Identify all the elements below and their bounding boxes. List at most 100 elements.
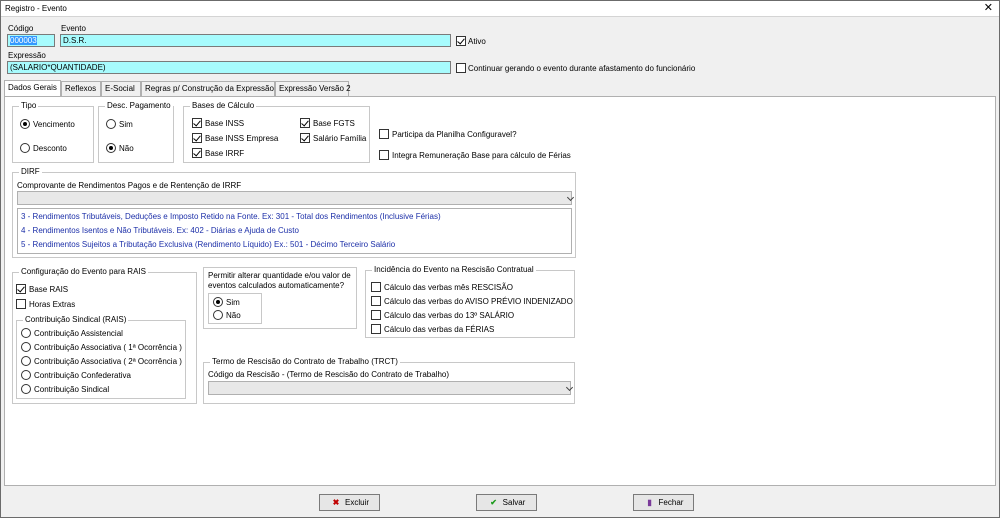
- sindical-confederativa-radio[interactable]: [21, 370, 31, 380]
- desc-pagamento-group: Desc. Pagamento Sim Não: [98, 101, 174, 163]
- continuar-checkbox[interactable]: [456, 63, 466, 73]
- permitir-group: Permitir alterar quantidade e/ou valor d…: [203, 267, 357, 329]
- sindical-title: Contribuição Sindical (RAIS): [23, 315, 129, 324]
- rescisao-13-label: Cálculo das verbas do 13º SALÁRIO: [384, 311, 515, 320]
- trct-title: Termo de Rescisão do Contrato de Trabalh…: [210, 357, 400, 366]
- base-inss-empresa-label: Base INSS Empresa: [205, 134, 279, 143]
- permitir-sim-radio[interactable]: [213, 297, 223, 307]
- window: Registro - Evento ✕ Código 000003 Evento…: [0, 0, 1000, 518]
- excluir-button[interactable]: ✖ Excluir: [319, 494, 380, 511]
- dirf-title: DIRF: [19, 167, 42, 176]
- sindical-associativa-2-radio[interactable]: [21, 356, 31, 366]
- desc-pagamento-title: Desc. Pagamento: [105, 101, 173, 110]
- integra-checkbox[interactable]: [379, 150, 389, 160]
- permitir-nao-radio[interactable]: [213, 310, 223, 320]
- base-rais-label: Base RAIS: [29, 285, 69, 294]
- expressao-field[interactable]: (SALARIO*QUANTIDADE): [7, 61, 451, 74]
- sindical-associativa-2-label: Contribuição Associativa ( 2ª Ocorrência…: [34, 357, 182, 366]
- fechar-button[interactable]: ▮ Fechar: [633, 494, 694, 511]
- base-rais-checkbox[interactable]: [16, 284, 26, 294]
- rescisao-13-checkbox[interactable]: [371, 310, 381, 320]
- salario-familia-checkbox[interactable]: [300, 133, 310, 143]
- rais-title: Configuração do Evento para RAIS: [19, 267, 148, 276]
- base-inss-label: Base INSS: [205, 119, 245, 128]
- dirf-line-4: 4 - Rendimentos Isentos e Não Tributávei…: [21, 226, 299, 235]
- bases-group: Bases de Cálculo Base INSS Base FGTS Bas…: [183, 101, 370, 163]
- desc-sim-label: Sim: [119, 120, 133, 129]
- rescisao-ferias-checkbox[interactable]: [371, 324, 381, 334]
- dirf-combo-label: Comprovante de Rendimentos Pagos e de Re…: [17, 181, 242, 190]
- permitir-options: Sim Não: [208, 293, 262, 324]
- footer: ✖ Excluir ✔ Salvar ▮ Fechar: [1, 486, 999, 517]
- bases-title: Bases de Cálculo: [190, 101, 257, 110]
- rais-group: Configuração do Evento para RAIS Base RA…: [12, 267, 197, 404]
- rescisao-group: Incidência do Evento na Rescisão Contrat…: [365, 265, 575, 338]
- sindical-confederativa-label: Contribuição Confederativa: [34, 371, 131, 380]
- title-bar: Registro - Evento ✕: [1, 1, 999, 17]
- permitir-text-1: Permitir alterar quantidade e/ou valor d…: [208, 271, 351, 280]
- ativo-label: Ativo: [468, 37, 486, 46]
- tipo-desconto-label: Desconto: [33, 144, 67, 153]
- permitir-nao-label: Não: [226, 311, 241, 320]
- tab-e-social[interactable]: E-Social: [101, 81, 141, 96]
- rescisao-mes-checkbox[interactable]: [371, 282, 381, 292]
- sindical-associativa-1-radio[interactable]: [21, 342, 31, 352]
- excluir-label: Excluir: [344, 498, 369, 507]
- tipo-title: Tipo: [19, 101, 39, 110]
- rescisao-aviso-checkbox[interactable]: [371, 296, 381, 306]
- tab-dados-gerais[interactable]: Dados Gerais: [4, 80, 61, 96]
- tab-reflexos[interactable]: Reflexos: [61, 81, 101, 96]
- codigo-value: 000003: [10, 36, 37, 45]
- desc-sim-radio[interactable]: [106, 119, 116, 129]
- continuar-label: Continuar gerando o evento durante afast…: [468, 64, 696, 73]
- salvar-button[interactable]: ✔ Salvar: [476, 494, 537, 511]
- tipo-desconto-radio[interactable]: [20, 143, 30, 153]
- tab-regras[interactable]: Regras p/ Construção da Expressão: [141, 81, 275, 96]
- sindical-assistencial-radio[interactable]: [21, 328, 31, 338]
- rescisao-ferias-label: Cálculo das verbas da FÉRIAS: [384, 325, 495, 334]
- permitir-text-2: eventos calculados automaticamente?: [208, 281, 345, 290]
- base-inss-empresa-checkbox[interactable]: [192, 133, 202, 143]
- horas-extras-checkbox[interactable]: [16, 299, 26, 309]
- planilha-checkbox[interactable]: [379, 129, 389, 139]
- permitir-sim-label: Sim: [226, 298, 240, 307]
- tipo-vencimento-label: Vencimento: [33, 120, 75, 129]
- dirf-combo[interactable]: [17, 191, 572, 205]
- base-fgts-label: Base FGTS: [313, 119, 355, 128]
- sindical-associativa-1-label: Contribuição Associativa ( 1ª Ocorrência…: [34, 343, 182, 352]
- door-icon: ▮: [647, 498, 652, 507]
- rescisao-title: Incidência do Evento na Rescisão Contrat…: [372, 265, 536, 274]
- base-irrf-label: Base IRRF: [205, 149, 245, 158]
- trct-combo[interactable]: [208, 381, 571, 395]
- tipo-group: Tipo Vencimento Desconto: [12, 101, 94, 163]
- fechar-label: Fechar: [658, 498, 684, 507]
- expressao-label: Expressão: [8, 51, 46, 60]
- sindical-sindical-radio[interactable]: [21, 384, 31, 394]
- planilha-label: Participa da Planilha Configuravel?: [392, 130, 517, 139]
- salario-familia-label: Salário Família: [313, 134, 367, 143]
- tab-panel-dados-gerais: Tipo Vencimento Desconto Desc. Pagamento…: [4, 96, 996, 486]
- ativo-checkbox[interactable]: [456, 36, 466, 46]
- delete-icon: ✖: [332, 498, 340, 507]
- evento-label: Evento: [61, 24, 86, 33]
- dirf-group: DIRF Comprovante de Rendimentos Pagos e …: [12, 167, 576, 258]
- tipo-vencimento-radio[interactable]: [20, 119, 30, 129]
- rescisao-aviso-label: Cálculo das verbas do AVISO PRÉVIO INDEN…: [384, 297, 573, 306]
- rescisao-mes-label: Cálculo das verbas mês RESCISÃO: [384, 283, 513, 292]
- base-fgts-checkbox[interactable]: [300, 118, 310, 128]
- close-icon[interactable]: ✕: [984, 2, 993, 14]
- base-inss-checkbox[interactable]: [192, 118, 202, 128]
- sindical-sindical-label: Contribuição Sindical: [34, 385, 110, 394]
- window-title: Registro - Evento: [5, 4, 67, 13]
- codigo-field[interactable]: 000003: [7, 34, 55, 47]
- tab-expressao-v2[interactable]: Expressão Versão 2: [275, 81, 351, 96]
- sindical-group: Contribuição Sindical (RAIS) Contribuiçã…: [16, 315, 186, 399]
- base-irrf-checkbox[interactable]: [192, 148, 202, 158]
- horas-extras-label: Horas Extras: [29, 300, 76, 309]
- check-icon: ✔: [490, 498, 497, 507]
- desc-nao-label: Não: [119, 144, 134, 153]
- salvar-label: Salvar: [502, 498, 526, 507]
- desc-nao-radio[interactable]: [106, 143, 116, 153]
- evento-field[interactable]: D.S.R.: [60, 34, 451, 47]
- dirf-info-box: 3 - Rendimentos Tributáveis, Deduções e …: [17, 208, 572, 254]
